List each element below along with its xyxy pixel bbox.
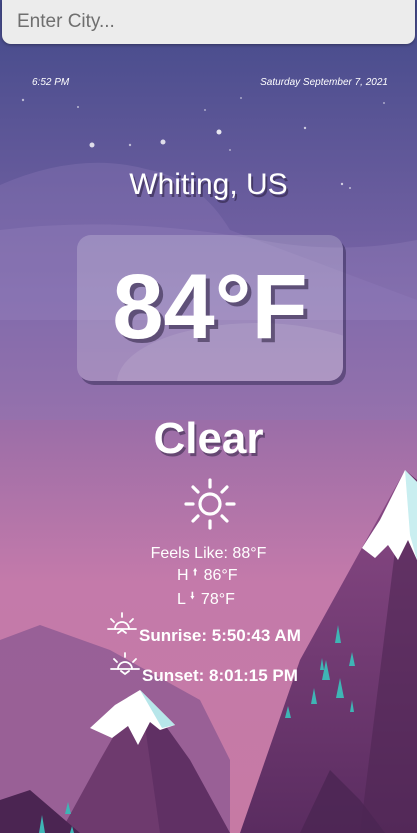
sunrise-icon (107, 612, 137, 634)
arrow-up-icon: 🠙 (192, 567, 198, 578)
city-name: Whiting, US (129, 168, 288, 201)
sunset-time: Sunset: 8:01:15 PM (142, 666, 298, 685)
low-label: L (177, 591, 186, 608)
sunset-icon (110, 652, 140, 676)
sunrise-time: Sunrise: 5:50:43 AM (139, 626, 301, 645)
feels-like: Feels Like: 88°F (150, 545, 267, 562)
low-value: 78°F (200, 591, 235, 608)
low-temperature: L 🠛 78°F (177, 589, 235, 609)
high-temperature: H 🠙 86°F (177, 565, 238, 585)
arrow-down-icon: 🠛 (189, 591, 195, 602)
high-value: 86°F (203, 567, 238, 584)
temperature-value: 84°F (112, 256, 308, 358)
temperature-card: 84°F (77, 235, 343, 381)
high-label: H (177, 567, 189, 584)
current-date: Saturday September 7, 2021 (260, 77, 388, 88)
sun-icon (184, 478, 236, 530)
city-search-input[interactable] (2, 0, 415, 44)
current-time: 6:52 PM (32, 77, 70, 88)
weather-condition: Clear (153, 414, 264, 463)
